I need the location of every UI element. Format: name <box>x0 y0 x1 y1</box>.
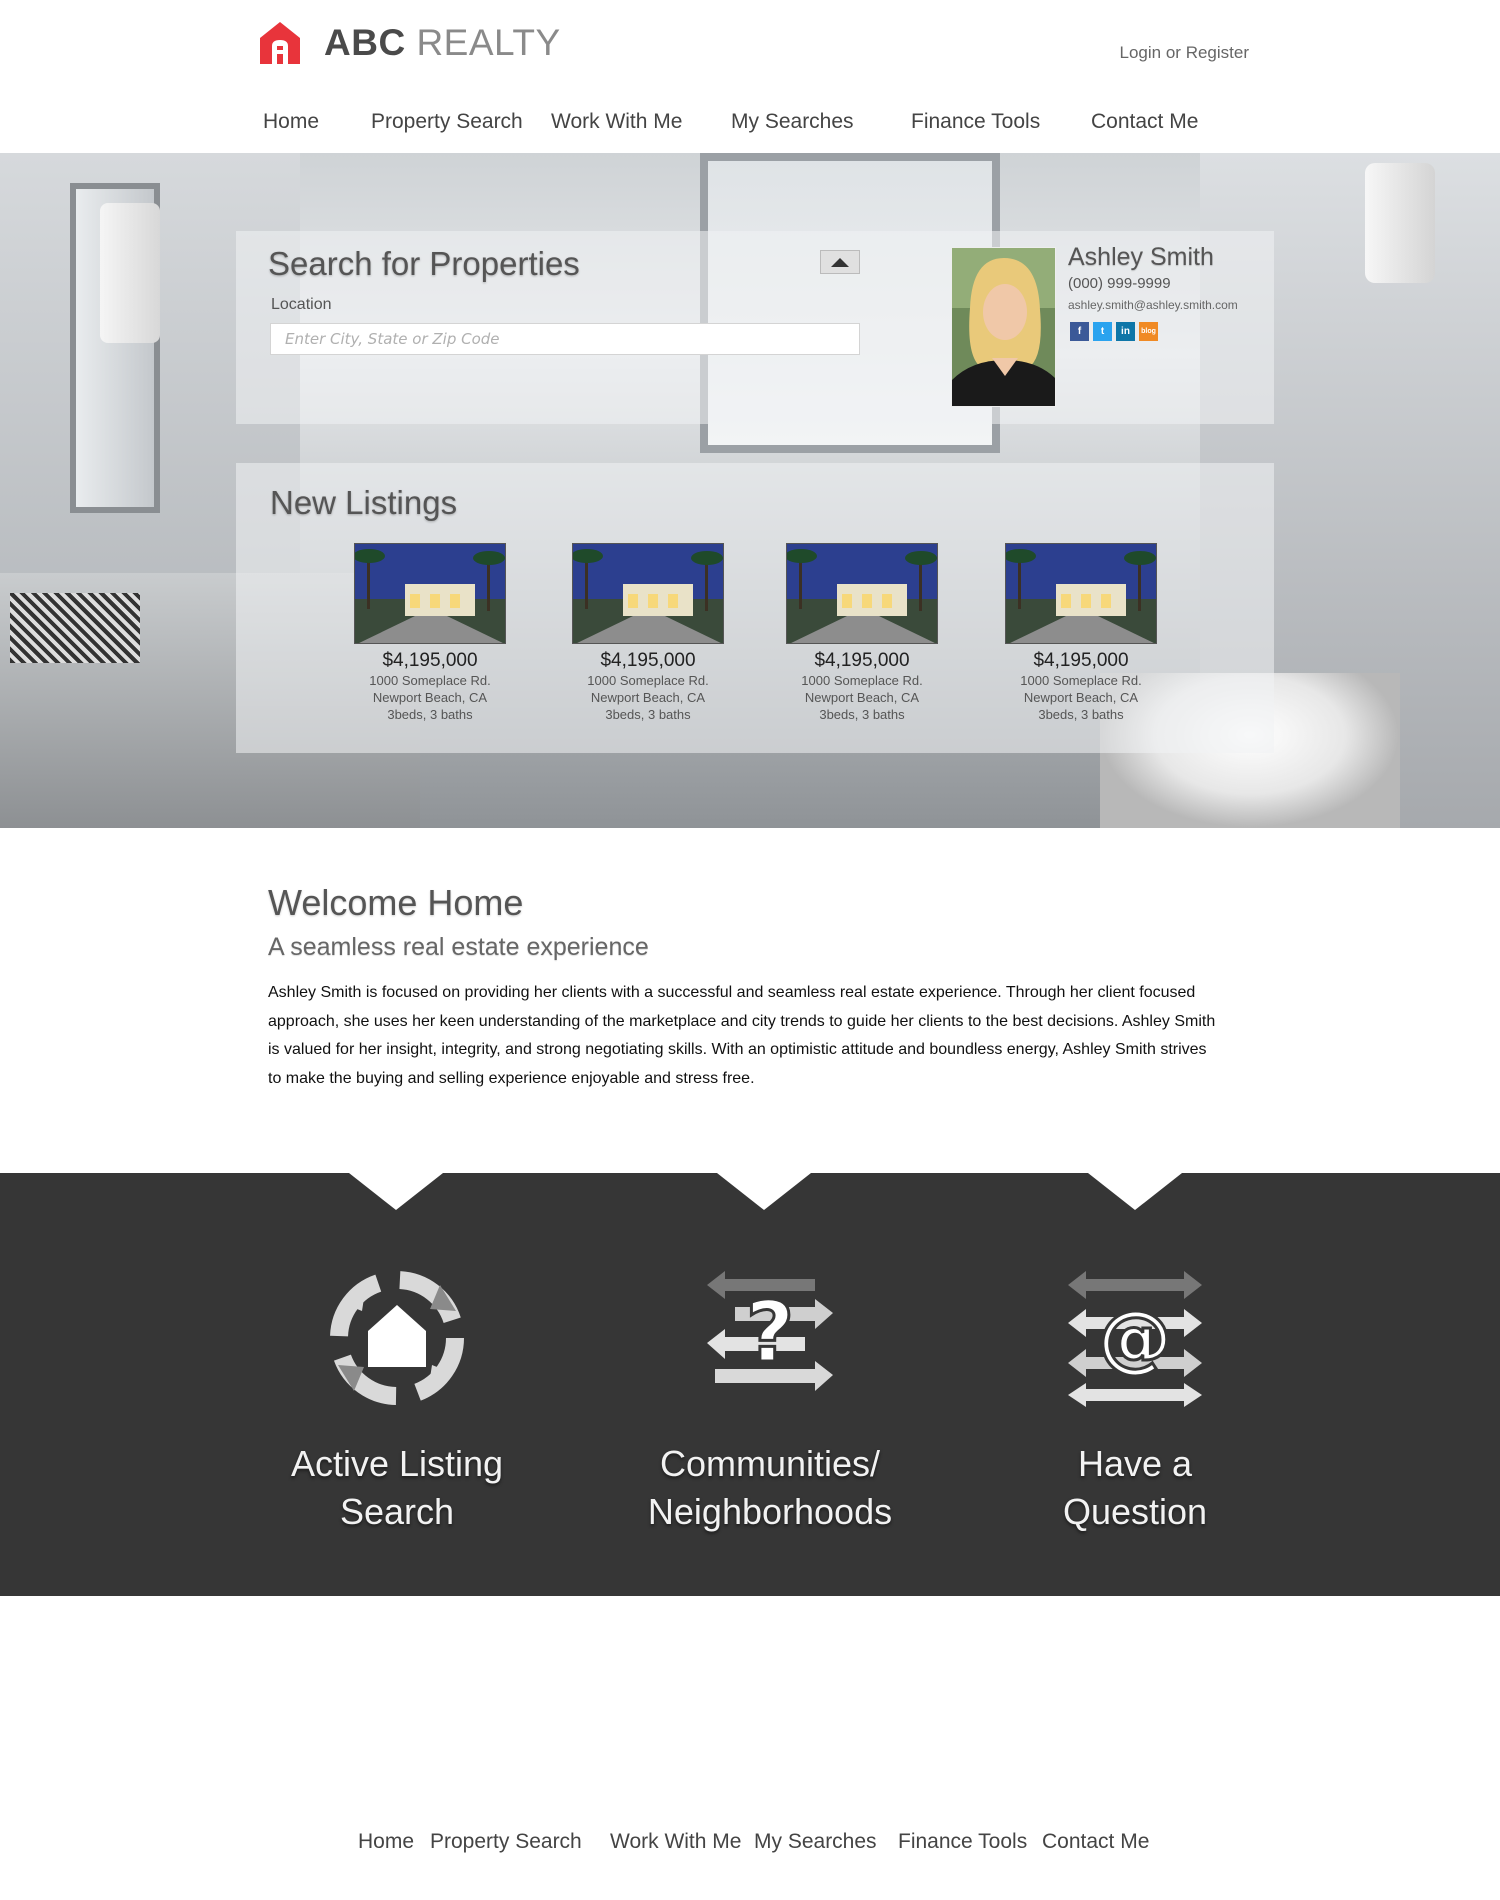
house-photo-icon <box>355 544 505 643</box>
or-text: or <box>1165 43 1181 62</box>
listing-card[interactable]: $4,195,000 1000 Someplace Rd. Newport Be… <box>354 543 506 723</box>
footer-nav-my-searches[interactable]: My Searches <box>754 1830 877 1854</box>
listing-card[interactable]: $4,195,000 1000 Someplace Rd. Newport Be… <box>1005 543 1157 723</box>
listing-city: Newport Beach, CA <box>804 690 920 705</box>
feature-communities-neighborhoods[interactable]: ? Communities/ Neighborhoods <box>605 1263 935 1536</box>
listing-photo <box>572 543 724 644</box>
hero-bathroom-image <box>0 153 1500 828</box>
listing-photo <box>354 543 506 644</box>
listing-price: $4,195,000 <box>600 650 696 671</box>
listing-card[interactable]: $4,195,000 1000 Someplace Rd. Newport Be… <box>786 543 938 723</box>
register-link[interactable]: Register <box>1186 43 1249 62</box>
svg-text:?: ? <box>746 1283 795 1381</box>
nav-work-with-me[interactable]: Work With Me <box>551 110 682 134</box>
feature-label-line2: Neighborhoods <box>647 1491 893 1532</box>
login-register: Login or Register <box>1119 43 1249 63</box>
footer-nav-home[interactable]: Home <box>358 1830 414 1854</box>
listing-price: $4,195,000 <box>382 650 478 671</box>
logo-abc: ABC <box>324 22 406 63</box>
house-photo-icon <box>787 544 937 643</box>
footer-nav: Home Property Search Work With Me My Sea… <box>0 1830 1500 1860</box>
house-cycle-icon <box>330 1271 464 1405</box>
social-links: f t in blog <box>1070 322 1158 341</box>
collapse-toggle[interactable] <box>820 250 860 274</box>
linkedin-icon[interactable]: in <box>1116 322 1135 341</box>
svg-text:@: @ <box>1098 1295 1172 1381</box>
question-arrows-icon: ? <box>707 1271 833 1391</box>
feature-label-line2: Question <box>1062 1491 1208 1532</box>
location-label: Location <box>271 296 332 313</box>
twitter-icon[interactable]: t <box>1093 322 1112 341</box>
decor-box <box>10 593 140 663</box>
search-title: Search for Properties <box>268 245 580 282</box>
logo[interactable]: ABC REALTY <box>258 20 561 66</box>
agent-email[interactable]: ashley.smith@ashley.smith.com <box>1068 298 1238 312</box>
listing-city: Newport Beach, CA <box>372 690 488 705</box>
right-sconce <box>1365 163 1435 283</box>
caret-up-icon <box>831 257 849 267</box>
listing-address: 1000 Someplace Rd. <box>1020 673 1142 688</box>
house-photo-icon <box>1006 544 1156 643</box>
main-nav: Home Property Search Work With Me My Sea… <box>0 110 1500 140</box>
nav-property-search[interactable]: Property Search <box>371 110 523 134</box>
listing-city: Newport Beach, CA <box>590 690 706 705</box>
new-listings-title: New Listings <box>270 484 458 521</box>
location-input[interactable] <box>270 323 860 355</box>
listing-photo <box>786 543 938 644</box>
house-photo-icon <box>573 544 723 643</box>
feature-label-line1: Active Listing <box>290 1443 504 1484</box>
welcome-title: Welcome Home <box>268 882 524 923</box>
agent-photo <box>951 247 1056 407</box>
footer-nav-work-with-me[interactable]: Work With Me <box>610 1830 741 1854</box>
nav-my-searches[interactable]: My Searches <box>731 110 854 134</box>
feature-label-line1: Have a <box>1077 1443 1193 1484</box>
at-arrows-icon: @ <box>1068 1271 1202 1407</box>
nav-home[interactable]: Home <box>263 110 319 134</box>
listing-address: 1000 Someplace Rd. <box>801 673 923 688</box>
band-notch <box>717 1173 811 1210</box>
listing-price: $4,195,000 <box>1033 650 1129 671</box>
listing-details: 3beds, 3 baths <box>1038 707 1124 722</box>
nav-contact-me[interactable]: Contact Me <box>1091 110 1198 134</box>
listing-city: Newport Beach, CA <box>1023 690 1139 705</box>
nav-finance-tools[interactable]: Finance Tools <box>911 110 1040 134</box>
agent-name: Ashley Smith <box>1068 243 1214 271</box>
listing-address: 1000 Someplace Rd. <box>587 673 709 688</box>
logo-realty: REALTY <box>416 22 561 63</box>
feature-label-line2: Search <box>339 1491 455 1532</box>
feature-label-line1: Communities/ <box>659 1443 881 1484</box>
agent-portrait-icon <box>952 248 1055 406</box>
welcome-subtitle: A seamless real estate experience <box>268 933 649 961</box>
footer-nav-property-search[interactable]: Property Search <box>430 1830 582 1854</box>
listing-details: 3beds, 3 baths <box>605 707 691 722</box>
facebook-icon[interactable]: f <box>1070 322 1089 341</box>
login-link[interactable]: Login <box>1119 43 1161 62</box>
agent-phone: (000) 999-9999 <box>1068 275 1171 292</box>
feature-have-a-question[interactable]: @ Have a Question <box>970 1263 1300 1536</box>
feature-active-listing-search[interactable]: Active Listing Search <box>232 1263 562 1536</box>
footer-nav-finance-tools[interactable]: Finance Tools <box>898 1830 1027 1854</box>
left-sconce <box>100 203 160 343</box>
welcome-body: Ashley Smith is focused on providing her… <box>268 984 1216 1087</box>
blog-icon[interactable]: blog <box>1139 322 1158 341</box>
footer-nav-contact-me[interactable]: Contact Me <box>1042 1830 1149 1854</box>
band-notch <box>1088 1173 1182 1210</box>
listing-address: 1000 Someplace Rd. <box>369 673 491 688</box>
listing-price: $4,195,000 <box>814 650 910 671</box>
site-header: ABC REALTY Login or Register Home Proper… <box>0 0 1500 153</box>
listing-card[interactable]: $4,195,000 1000 Someplace Rd. Newport Be… <box>572 543 724 723</box>
listing-details: 3beds, 3 baths <box>819 707 905 722</box>
house-logo-icon <box>260 22 300 64</box>
listing-photo <box>1005 543 1157 644</box>
listing-details: 3beds, 3 baths <box>387 707 473 722</box>
band-notch <box>349 1173 443 1210</box>
